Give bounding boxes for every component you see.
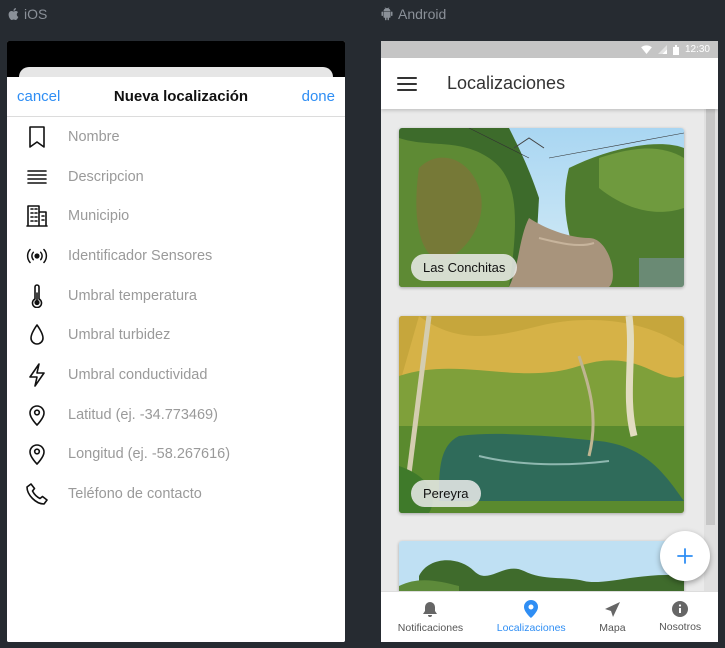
cell-signal-icon [657, 45, 667, 54]
lightning-icon [25, 363, 49, 387]
field-conductividad[interactable] [7, 355, 345, 395]
sensor-signal-icon [25, 244, 49, 268]
tab-label: Notificaciones [397, 621, 464, 634]
card-label: Pereyra [411, 480, 481, 507]
status-time: 12:30 [684, 44, 710, 55]
scrollbar[interactable] [704, 109, 718, 591]
map-pin-icon [524, 600, 539, 618]
bottom-navigation: Notificaciones Localizaciones Mapa Nosot… [381, 591, 718, 642]
field-sensores[interactable] [7, 236, 345, 276]
info-icon [672, 601, 689, 617]
tab-localizaciones[interactable]: Localizaciones [497, 592, 566, 642]
field-turbidez[interactable] [7, 315, 345, 355]
water-drop-icon [25, 323, 49, 347]
municipio-input[interactable] [68, 208, 328, 225]
tab-nosotros[interactable]: Nosotros [659, 592, 701, 642]
tab-mapa[interactable]: Mapa [599, 592, 626, 642]
location-card-third[interactable] [399, 541, 684, 591]
bookmark-icon [25, 125, 49, 149]
done-button[interactable]: done [302, 88, 335, 105]
temperatura-input[interactable] [68, 287, 328, 304]
add-location-fab[interactable] [660, 531, 710, 581]
field-temperatura[interactable] [7, 276, 345, 316]
field-telefono[interactable] [7, 474, 345, 514]
telefono-input[interactable] [68, 486, 328, 503]
apple-icon [8, 8, 19, 21]
card-label: Las Conchitas [411, 254, 518, 281]
descripcion-input[interactable] [68, 168, 328, 185]
cancel-button[interactable]: cancel [17, 88, 60, 105]
ios-phone-screen: cancel Nueva localización done [7, 41, 345, 642]
location-card-pereyra[interactable]: Pereyra [399, 316, 684, 513]
latitud-input[interactable] [68, 406, 328, 423]
tab-label: Mapa [599, 621, 626, 634]
plus-icon [677, 548, 693, 564]
phone-icon [25, 482, 49, 506]
android-icon [381, 7, 393, 21]
location-pin-icon [25, 442, 49, 466]
bell-icon [423, 601, 438, 617]
battery-icon [672, 44, 679, 55]
android-platform-label: Android [381, 6, 446, 22]
app-title: Localizaciones [447, 73, 566, 93]
navigation-arrow-icon [604, 601, 620, 617]
conductividad-input[interactable] [68, 366, 328, 383]
park-photo [399, 541, 684, 591]
location-pin-icon [25, 403, 49, 427]
longitud-input[interactable] [68, 446, 328, 463]
lines-icon [25, 165, 49, 189]
scrollbar-thumb[interactable] [706, 109, 715, 525]
field-longitud[interactable] [7, 435, 345, 475]
tab-label: Localizaciones [496, 622, 566, 634]
new-location-sheet: cancel Nueva localización done [7, 77, 345, 642]
field-descripcion[interactable] [7, 157, 345, 197]
ios-platform-label: iOS [7, 6, 47, 22]
sensores-input[interactable] [68, 247, 328, 264]
tab-label: Nosotros [659, 621, 702, 633]
wifi-icon [641, 45, 652, 54]
thermometer-icon [25, 283, 49, 308]
location-card-las-conchitas[interactable]: Las Conchitas [399, 128, 684, 287]
field-latitud[interactable] [7, 395, 345, 435]
building-icon [25, 204, 49, 228]
locations-list[interactable]: Las Conchitas Pereyra [381, 109, 718, 591]
turbidez-input[interactable] [68, 327, 328, 344]
hamburger-menu-icon[interactable] [397, 76, 417, 91]
ios-navigation-bar: cancel Nueva localización done [7, 77, 345, 117]
field-municipio[interactable] [7, 196, 345, 236]
ios-label-text: iOS [24, 6, 48, 22]
tab-notificaciones[interactable]: Notificaciones [398, 592, 463, 642]
field-nombre[interactable] [7, 117, 345, 157]
android-label-text: Android [398, 6, 447, 22]
form-title: Nueva localización [113, 88, 249, 105]
android-phone-screen: 12:30 Localizaciones Las Conchitas Perey… [381, 41, 718, 642]
app-bar: Localizaciones [381, 58, 718, 109]
nombre-input[interactable] [68, 128, 328, 145]
status-bar: 12:30 [381, 41, 718, 58]
